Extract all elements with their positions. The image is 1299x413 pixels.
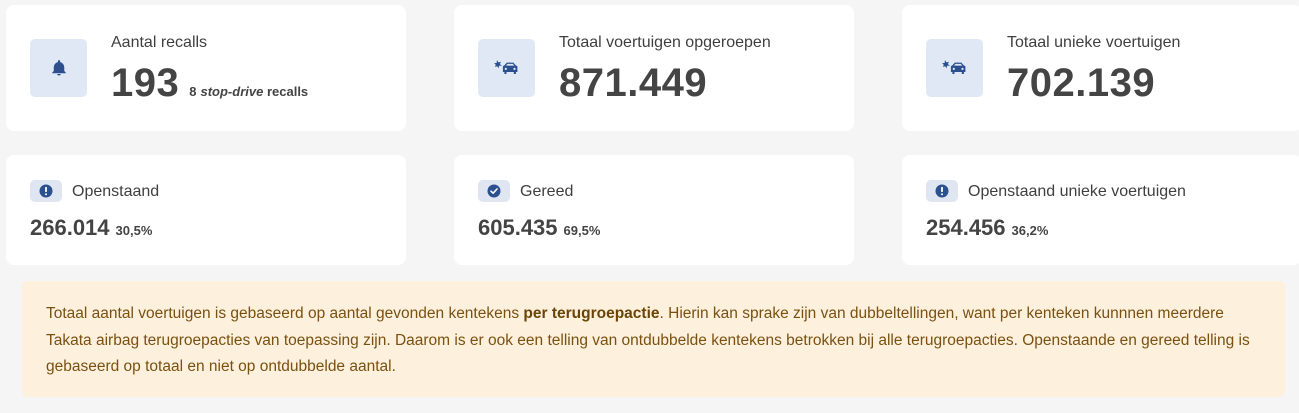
stat-value: 871.449: [559, 61, 707, 106]
stop-drive-term: stop-drive: [200, 84, 264, 99]
exclamation-circle-icon: [926, 180, 958, 202]
stat-label: Totaal voertuigen opgeroepen: [559, 34, 771, 51]
stat-card-recalls: Aantal recalls 193 8 stop-drive recalls: [6, 5, 406, 131]
stat-value: 193 8 stop-drive recalls: [111, 61, 308, 106]
stat-label: Totaal unieke voertuigen: [1007, 34, 1181, 51]
stat-number: 605.435: [478, 215, 558, 240]
stat-card-unique-vehicles: Totaal unieke voertuigen 702.139: [902, 5, 1299, 131]
stat-number: 193: [111, 61, 180, 105]
stop-drive-note: 8 stop-drive recalls: [189, 84, 308, 99]
car-crash-icon: [478, 39, 535, 97]
stat-card-open: Openstaand 266.014 30,5%: [6, 155, 406, 265]
info-notice: Totaal aantal voertuigen is gebaseerd op…: [22, 281, 1285, 397]
stat-card-open-unique: Openstaand unieke voertuigen 254.456 36,…: [902, 155, 1299, 265]
stat-number: 254.456: [926, 215, 1006, 240]
notice-bold: per terugroepactie: [523, 305, 660, 322]
stat-number: 702.139: [1007, 61, 1156, 105]
notice-text-start: Totaal aantal voertuigen is gebaseerd op…: [46, 305, 524, 322]
stat-number: 871.449: [559, 61, 708, 105]
stat-percent: 30,5%: [115, 223, 153, 238]
stat-value: 605.435 69,5%: [478, 215, 600, 241]
stat-label: Openstaand: [72, 183, 160, 200]
car-crash-icon: [926, 39, 983, 97]
stat-percent: 69,5%: [563, 223, 601, 238]
stat-percent: 36,2%: [1011, 223, 1049, 238]
stat-label: Aantal recalls: [111, 34, 208, 51]
stop-drive-tail: recalls: [266, 84, 309, 99]
stat-value: 702.139: [1007, 61, 1155, 106]
bell-icon: [30, 39, 87, 97]
stat-value: 254.456 36,2%: [926, 215, 1048, 241]
check-circle-icon: [478, 180, 510, 202]
stat-value: 266.014 30,5%: [30, 215, 152, 241]
stop-drive-count: 8: [189, 84, 197, 99]
exclamation-circle-icon: [30, 180, 62, 202]
stat-card-done: Gereed 605.435 69,5%: [454, 155, 854, 265]
stat-label: Openstaand unieke voertuigen: [968, 183, 1186, 200]
stat-number: 266.014: [30, 215, 110, 240]
stat-label: Gereed: [520, 183, 574, 200]
stat-card-total-vehicles: Totaal voertuigen opgeroepen 871.449: [454, 5, 854, 131]
